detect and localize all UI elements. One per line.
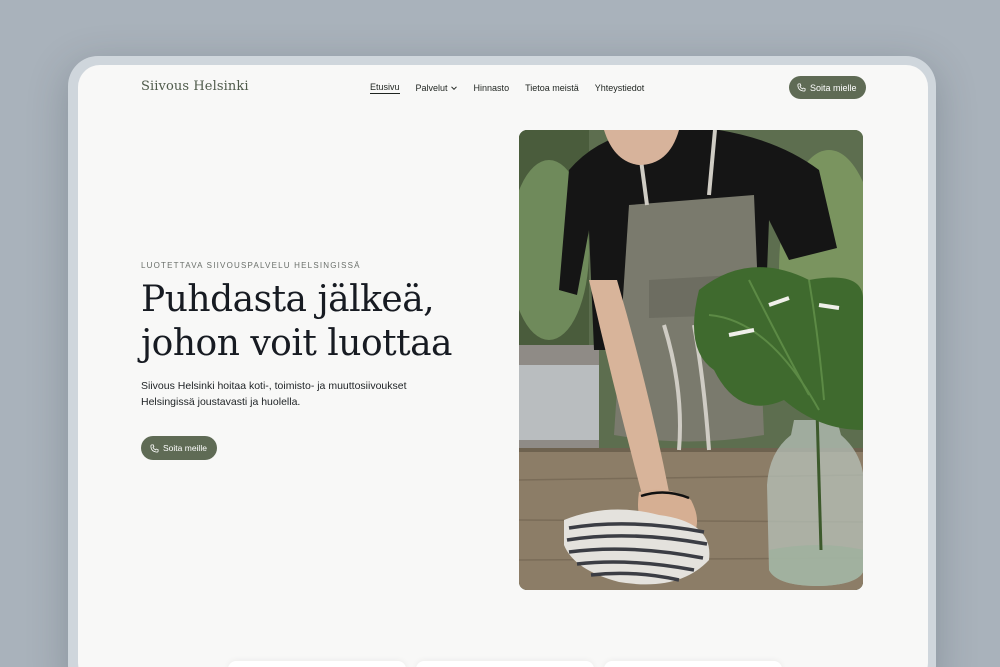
hero-call-label: Soita meille: [163, 443, 207, 453]
hero-title: Puhdasta jälkeä, johon voit luottaa: [141, 278, 481, 366]
header-call-label: Soita mielle: [810, 82, 857, 93]
feature-cards-peek: [228, 661, 828, 667]
nav-item-palvelut[interactable]: Palvelut: [416, 82, 458, 94]
chevron-down-icon: [450, 86, 457, 91]
hero-lead: Siivous Helsinki hoitaa koti-, toimisto-…: [141, 380, 407, 408]
hero-call-button[interactable]: Soita meille: [141, 436, 217, 460]
hero-image: [519, 130, 863, 590]
header-call-button[interactable]: Soita mielle: [789, 76, 866, 99]
brand-logo[interactable]: Siivous Helsinki: [141, 79, 249, 94]
phone-icon: [797, 83, 806, 92]
browser-screen: Siivous Helsinki Etusivu Palvelut Hinnas…: [78, 65, 928, 667]
hero-title-line-2: johon voit luottaa: [141, 323, 453, 364]
nav-item-label: Palvelut: [415, 83, 448, 93]
phone-icon: [150, 443, 159, 453]
main-menu: Etusivu Palvelut Hinnasto Tietoa meistä …: [370, 82, 660, 94]
hero-title-line-1: Puhdasta jälkeä,: [141, 279, 435, 320]
hero-eyebrow: LUOTETTAVA SIIVOUSPALVELU HELSINGISSÄ: [141, 261, 361, 270]
nav-item-tietoa-meista[interactable]: Tietoa meistä: [525, 82, 579, 94]
feature-card: [604, 661, 782, 667]
top-navigation: Siivous Helsinki Etusivu Palvelut Hinnas…: [78, 65, 928, 111]
photo-cleaning-table-icon: [519, 130, 863, 590]
nav-item-etusivu[interactable]: Etusivu: [370, 82, 400, 94]
feature-card: [416, 661, 594, 667]
nav-item-yhteystiedot[interactable]: Yhteystiedot: [595, 82, 645, 94]
nav-item-hinnasto[interactable]: Hinnasto: [474, 82, 510, 94]
feature-card: [228, 661, 406, 667]
